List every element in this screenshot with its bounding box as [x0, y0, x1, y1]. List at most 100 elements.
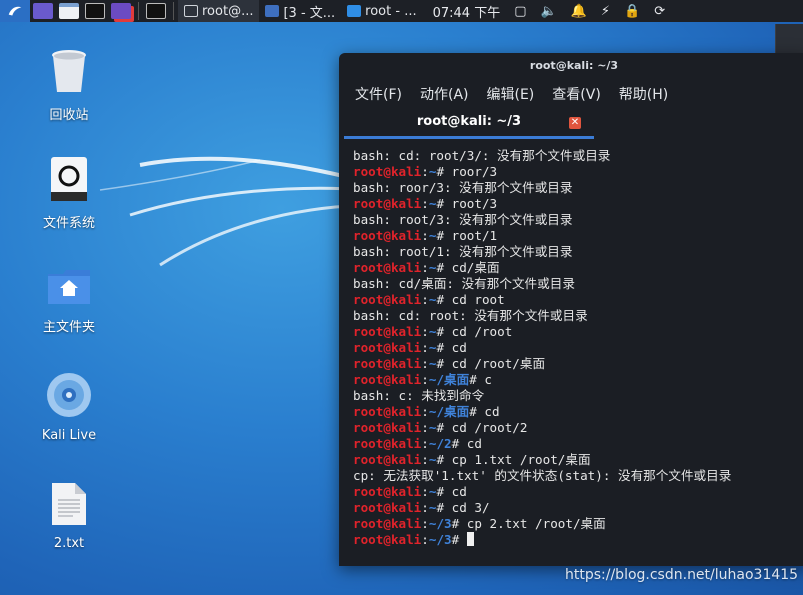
desktop-icon-trash[interactable]: 回收站	[24, 48, 114, 123]
prompt-at: @	[383, 436, 391, 451]
menu-view[interactable]: 查看(V)	[552, 84, 601, 104]
trash-icon	[24, 48, 114, 98]
prompt-hash: #	[436, 260, 452, 275]
prompt-hash: #	[436, 292, 452, 307]
prompt-colon: :	[421, 516, 429, 531]
terminal-output-line: bash: roor/3: 没有那个文件或目录	[353, 180, 803, 196]
prompt-user: root	[353, 340, 384, 355]
prompt-at: @	[383, 532, 391, 547]
prompt-at: @	[383, 500, 391, 515]
desktop-icon-filesystem[interactable]: 文件系统	[24, 156, 114, 231]
prompt-hash: #	[436, 356, 452, 371]
prompt-host: kali	[390, 340, 422, 355]
prompt-user: root	[353, 356, 384, 371]
prompt-hash: #	[469, 372, 485, 387]
prompt-hash: #	[451, 436, 467, 451]
terminal-command-line: root@kali:~/3# cp 2.txt /root/桌面	[353, 516, 803, 532]
prompt-colon: :	[421, 484, 429, 499]
prompt-user: root	[353, 532, 384, 547]
prompt-host: kali	[390, 292, 422, 307]
text-file-icon	[24, 482, 114, 530]
output-text: bash: c: 未找到命令	[353, 388, 485, 403]
prompt-colon: :	[421, 196, 429, 211]
desktop-icon-text-file[interactable]: 2.txt	[24, 482, 114, 551]
prompt-colon: :	[421, 164, 429, 179]
command-text: cd 3/	[451, 500, 490, 515]
close-tab-icon[interactable]: ✕	[569, 117, 581, 129]
prompt-host: kali	[390, 516, 422, 531]
prompt-user: root	[353, 292, 384, 307]
prompt-user: root	[353, 500, 384, 515]
prompt-colon: :	[421, 404, 429, 419]
terminal-command-line: root@kali:~# cd 3/	[353, 500, 803, 516]
desktop-icon-kali-live[interactable]: Kali Live	[24, 372, 114, 443]
prompt-hash: #	[436, 196, 452, 211]
command-text: cd	[484, 404, 500, 419]
prompt-at: @	[383, 340, 391, 355]
prompt-colon: :	[421, 500, 429, 515]
terminal-output-line: bash: cd/桌面: 没有那个文件或目录	[353, 276, 803, 292]
disc-icon	[24, 372, 114, 422]
command-text: root/1	[451, 228, 498, 243]
command-text: cd /root/2	[451, 420, 528, 435]
menu-file[interactable]: 文件(F)	[355, 84, 402, 104]
menu-help[interactable]: 帮助(H)	[619, 84, 668, 104]
terminal-command-line: root@kali:~# cd	[353, 484, 803, 500]
prompt-hash: #	[436, 420, 452, 435]
window-title[interactable]: root@kali: ~/3	[339, 53, 803, 79]
text-cursor[interactable]	[466, 532, 474, 546]
prompt-path: ~/3	[428, 532, 452, 547]
command-text: cd /root/桌面	[451, 356, 546, 371]
hard-drive-icon	[24, 156, 114, 206]
prompt-hash: #	[469, 404, 485, 419]
terminal-output[interactable]: bash: cd: root/3/: 没有那个文件或目录 root@kali:~#…	[353, 148, 803, 566]
prompt-hash: #	[451, 532, 467, 547]
output-text: bash: roor/3: 没有那个文件或目录	[353, 180, 573, 195]
prompt-hash: #	[436, 452, 452, 467]
terminal-command-line: root@kali:~# cd root	[353, 292, 803, 308]
prompt-path: ~/桌面	[428, 372, 470, 387]
prompt-colon: :	[421, 356, 429, 371]
prompt-host: kali	[390, 324, 422, 339]
prompt-at: @	[383, 356, 391, 371]
command-text: cd /root	[451, 324, 513, 339]
prompt-user: root	[353, 436, 384, 451]
prompt-path: ~/2	[428, 436, 452, 451]
menu-edit[interactable]: 编辑(E)	[487, 84, 535, 104]
output-text: bash: cd: root: 没有那个文件或目录	[353, 308, 588, 323]
prompt-hash: #	[451, 516, 467, 531]
terminal-command-line: root@kali:~# cd/桌面	[353, 260, 803, 276]
menu-actions[interactable]: 动作(A)	[420, 84, 469, 104]
desktop-icon-home-folder[interactable]: 主文件夹	[24, 268, 114, 335]
prompt-host: kali	[390, 500, 422, 515]
terminal-tabbar: root@kali: ~/3 ✕	[339, 109, 803, 139]
terminal-output-line: bash: cd: root/3/: 没有那个文件或目录	[353, 148, 803, 164]
terminal-input-line: root@kali:~/3#	[353, 532, 803, 548]
prompt-user: root	[353, 324, 384, 339]
command-text: cd	[451, 340, 467, 355]
terminal-tab[interactable]: root@kali: ~/3	[344, 109, 594, 139]
prompt-at: @	[383, 420, 391, 435]
terminal-output-line: bash: root/1: 没有那个文件或目录	[353, 244, 803, 260]
terminal-output-line: cp: 无法获取'1.txt' 的文件状态(stat): 没有那个文件或目录	[353, 468, 803, 484]
terminal-command-line: root@kali:~# root/3	[353, 196, 803, 212]
output-text: bash: root/3: 没有那个文件或目录	[353, 212, 573, 227]
prompt-colon: :	[421, 452, 429, 467]
prompt-at: @	[383, 324, 391, 339]
prompt-host: kali	[390, 164, 422, 179]
command-text: cd/桌面	[451, 260, 500, 275]
terminal-command-line: root@kali:~# cd /root	[353, 324, 803, 340]
prompt-host: kali	[390, 372, 422, 387]
prompt-colon: :	[421, 228, 429, 243]
prompt-user: root	[353, 452, 384, 467]
terminal-output-line: bash: root/3: 没有那个文件或目录	[353, 212, 803, 228]
terminal-output-line: bash: cd: root: 没有那个文件或目录	[353, 308, 803, 324]
command-text: cd root	[451, 292, 505, 307]
prompt-user: root	[353, 260, 384, 275]
prompt-user: root	[353, 404, 384, 419]
prompt-at: @	[383, 196, 391, 211]
terminal-window[interactable]: root@kali: ~/3 文件(F) 动作(A) 编辑(E) 查看(V) 帮…	[339, 53, 803, 566]
prompt-user: root	[353, 420, 384, 435]
prompt-user: root	[353, 484, 384, 499]
prompt-hash: #	[436, 324, 452, 339]
